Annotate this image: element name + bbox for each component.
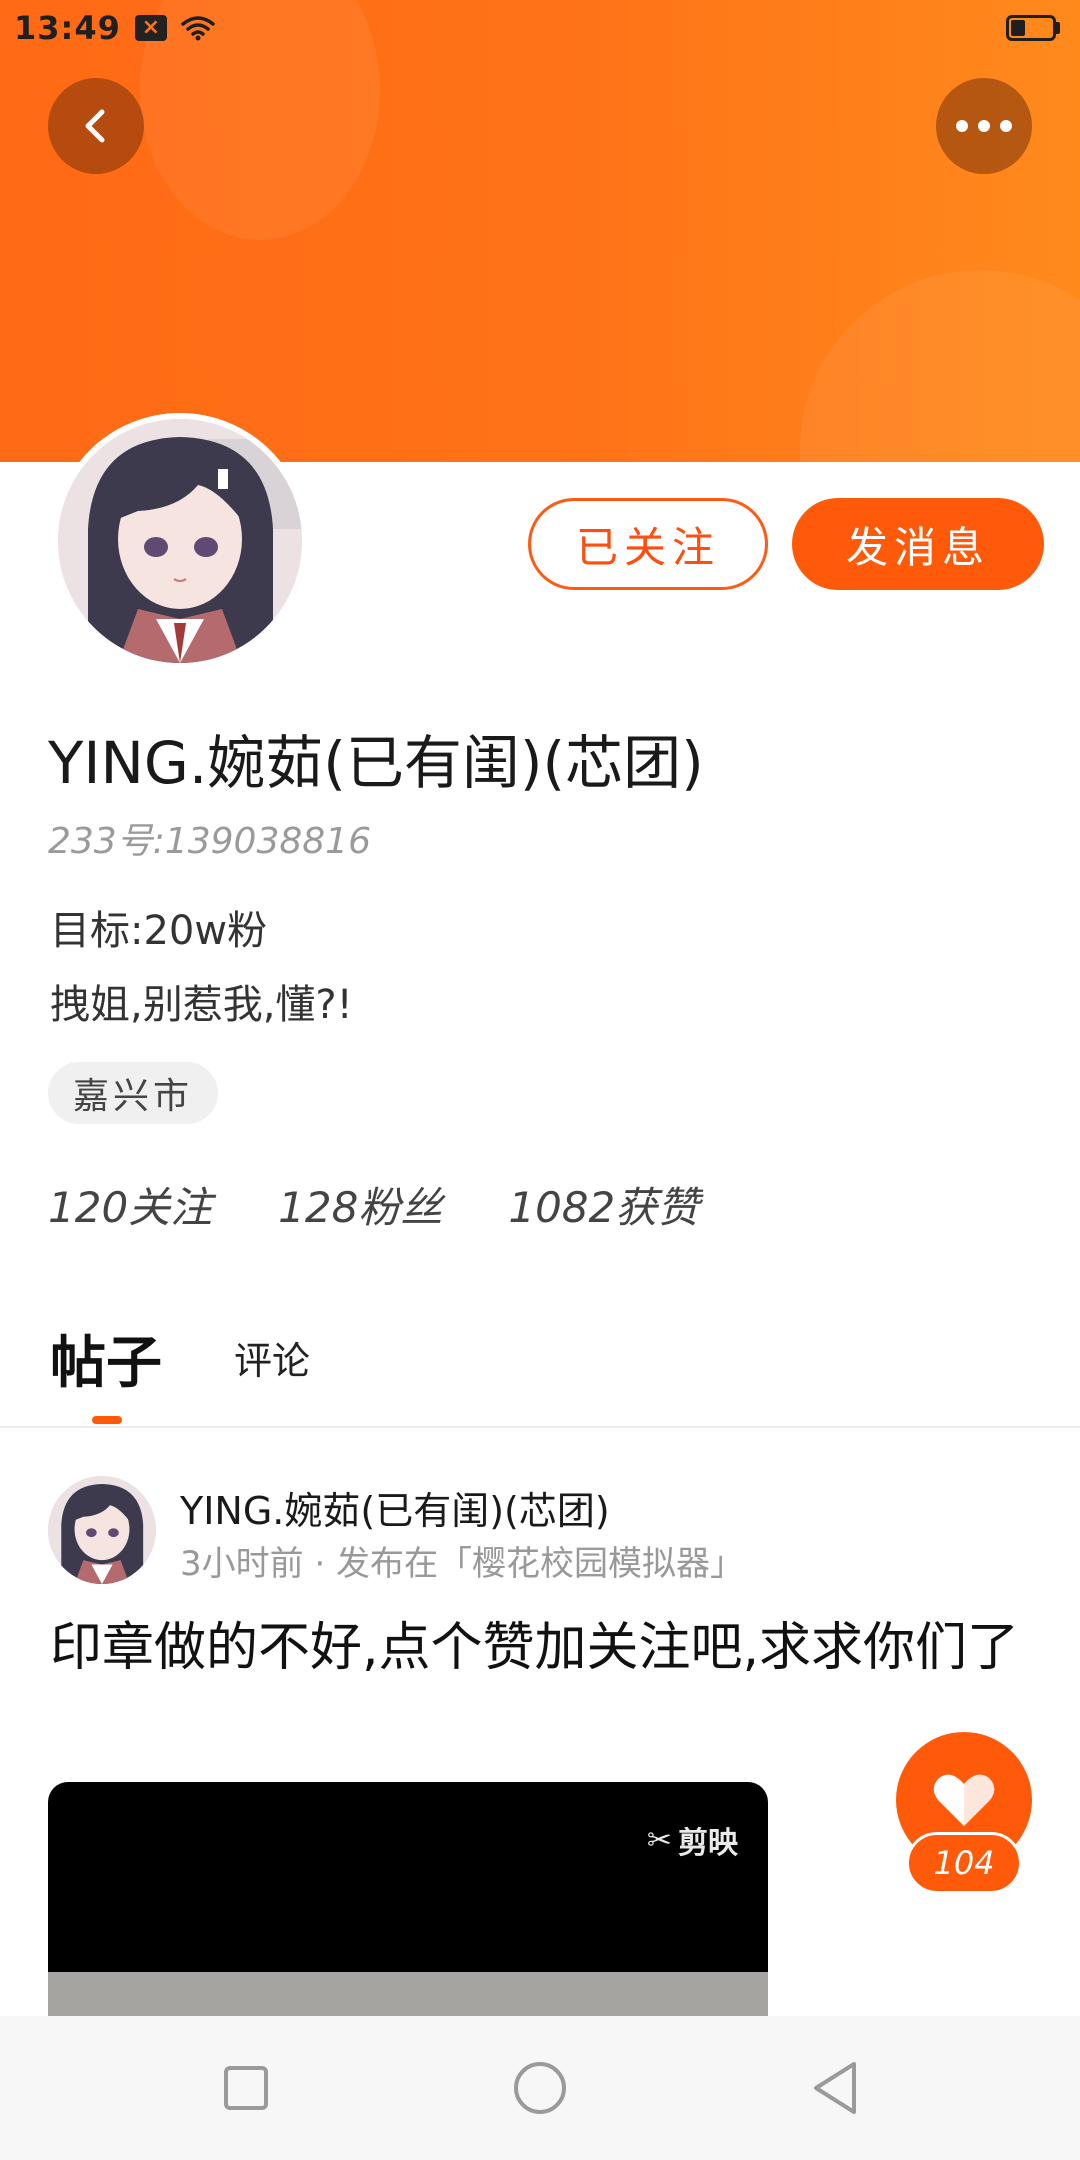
chevron-left-icon: [85, 109, 105, 143]
post-author-avatar[interactable]: [48, 1476, 156, 1584]
following-count[interactable]: 120关注: [48, 1174, 212, 1235]
post-video[interactable]: ✂ 剪映: [48, 1782, 768, 2022]
status-time: 13:49: [14, 9, 121, 47]
more-dots-icon: [956, 120, 1012, 132]
profile-banner: 13:49 ×: [0, 0, 1080, 462]
recent-apps-icon[interactable]: [224, 2066, 268, 2110]
bio-line: 拽姐,别惹我,懂?!: [50, 982, 353, 1028]
profile-stats: 120关注 128粉丝 1082获赞: [48, 1174, 765, 1235]
heart-icon: [933, 1774, 995, 1826]
watermark-text: 剪映: [678, 1826, 738, 1861]
profile-nickname: YING.婉茹(已有闺)(芯团): [48, 729, 704, 797]
avatar[interactable]: [52, 413, 308, 669]
wifi-icon: [181, 15, 215, 41]
profile-page: 13:49 × 已关注 发消息 YING.婉茹(已有闺)(芯团) 233号:13…: [0, 0, 1080, 2160]
post-text[interactable]: 印章做的不好,点个赞加关注吧,求求你们了: [50, 1610, 1040, 1686]
message-button[interactable]: 发消息: [792, 498, 1044, 590]
likes-count: 1082获赞: [508, 1183, 700, 1232]
video-watermark: ✂ 剪映: [647, 1818, 738, 1862]
capcut-icon: ✂: [646, 1822, 672, 1858]
triangle-back-icon[interactable]: [808, 2058, 860, 2118]
battery-icon: [1006, 15, 1060, 41]
fans-count[interactable]: 128粉丝: [278, 1174, 442, 1235]
divider: [0, 1426, 1080, 1428]
post-author-name[interactable]: YING.婉茹(已有闺)(芯团): [180, 1480, 610, 1535]
tab-indicator: [92, 1416, 122, 1424]
follow-button[interactable]: 已关注: [528, 498, 768, 590]
video-frame-content: [48, 1972, 768, 2022]
like-count: 104: [906, 1832, 1022, 1894]
banner-decoration: [800, 270, 1080, 462]
system-nav-bar: [0, 2016, 1080, 2160]
bio-line: 目标:20w粉: [50, 908, 268, 954]
status-bar: 13:49 ×: [0, 0, 1080, 56]
mail-x-icon: ×: [134, 15, 167, 41]
home-icon[interactable]: [514, 2062, 566, 2114]
back-button[interactable]: [48, 78, 144, 174]
more-button[interactable]: [936, 78, 1032, 174]
location-tag[interactable]: 嘉兴市: [48, 1062, 218, 1124]
post-meta: 3小时前 · 发布在「樱花校园模拟器」: [180, 1544, 745, 1584]
user-id: 233号:139038816: [48, 821, 371, 862]
tab-comments[interactable]: 评论: [234, 1330, 310, 1385]
tab-posts[interactable]: 帖子: [50, 1318, 162, 1399]
